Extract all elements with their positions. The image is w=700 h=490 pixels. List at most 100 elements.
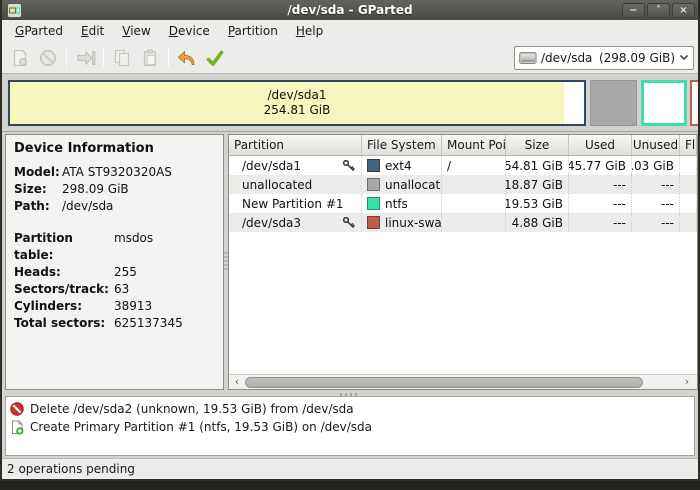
fs-color-swatch — [367, 178, 380, 191]
fs-color-swatch — [367, 197, 380, 210]
info-label: Size: — [14, 181, 62, 198]
key-icon — [342, 159, 356, 173]
info-value: 63 — [114, 281, 129, 298]
info-value: 38913 — [114, 298, 152, 315]
unused-value: 9.03 GiB — [632, 156, 680, 175]
info-label: Total sectors: — [14, 315, 114, 332]
create-operation-icon — [10, 420, 24, 435]
close-button[interactable]: × — [672, 3, 695, 18]
gparted-window: /dev/sda - GParted − ˄ × GParted Edit Vi… — [0, 0, 700, 481]
info-label: Sectors/track: — [14, 281, 114, 298]
key-icon — [342, 216, 356, 230]
info-value: 625137345 — [114, 315, 183, 332]
status-text: 2 operations pending — [7, 462, 135, 476]
partition-name: New Partition #1 — [234, 197, 356, 211]
disk-segment-new-partition[interactable] — [641, 80, 687, 126]
scroll-left-arrow[interactable]: ‹ — [229, 375, 245, 389]
maximize-button[interactable]: ˄ — [647, 3, 670, 18]
panel-splitter[interactable] — [224, 134, 228, 390]
delete-partition-button[interactable] — [34, 45, 62, 71]
chevron-down-icon — [679, 54, 689, 61]
fs-color-swatch — [367, 159, 380, 172]
segment-name: /dev/sda1 — [267, 88, 326, 103]
fs-color-swatch — [367, 216, 380, 229]
operation-text: Delete /dev/sda2 (unknown, 19.53 GiB) fr… — [30, 402, 354, 416]
toolbar: /dev/sda (298.09 GiB) — [2, 42, 698, 74]
menu-device[interactable]: Device — [160, 21, 219, 41]
delete-partition-icon — [38, 48, 58, 68]
new-partition-button[interactable] — [6, 45, 34, 71]
used-value: --- — [569, 194, 632, 213]
splitter-grip — [224, 252, 228, 272]
menu-edit[interactable]: Edit — [72, 21, 113, 41]
table-row-unallocated[interactable]: unallocated unallocated 18.87 GiB --- --… — [229, 175, 697, 194]
column-header-flags[interactable]: Flags — [680, 135, 697, 155]
info-label: Model: — [14, 164, 62, 181]
menu-help[interactable]: Help — [287, 21, 332, 41]
info-value: 255 — [114, 264, 137, 281]
mount-point — [442, 213, 506, 232]
column-header-unused[interactable]: Unused — [632, 135, 680, 155]
copy-button[interactable] — [108, 45, 136, 71]
partition-name: unallocated — [234, 178, 356, 192]
table-row-sda3[interactable]: /dev/sda3 linux-swap 4.88 GiB --- --- — [229, 213, 697, 232]
menu-gparted[interactable]: GParted — [6, 21, 72, 41]
hard-drive-icon — [519, 51, 537, 65]
title-bar: /dev/sda - GParted − ˄ × — [2, 0, 698, 20]
mount-point — [442, 194, 506, 213]
info-label: Path: — [14, 198, 62, 215]
size-value: 19.53 GiB — [506, 194, 569, 213]
column-header-partition[interactable]: Partition — [229, 135, 362, 155]
undo-icon — [176, 48, 198, 68]
disk-segment-sda3[interactable] — [690, 80, 698, 126]
undo-button[interactable] — [173, 45, 201, 71]
partition-name: /dev/sda1 — [234, 159, 340, 173]
operation-item-create[interactable]: Create Primary Partition #1 (ntfs, 19.53… — [10, 418, 690, 436]
info-label: Heads: — [14, 264, 114, 281]
scrollbar-thumb[interactable] — [245, 377, 643, 388]
unused-value: --- — [632, 194, 680, 213]
size-value: 4.88 GiB — [506, 213, 569, 232]
column-header-size[interactable]: Size — [506, 135, 569, 155]
minimize-button[interactable]: − — [622, 3, 645, 18]
table-row-new-partition[interactable]: New Partition #1 ntfs 19.53 GiB --- --- — [229, 194, 697, 213]
partition-name: /dev/sda3 — [234, 216, 340, 230]
used-value: --- — [569, 213, 632, 232]
resize-move-button[interactable] — [71, 45, 99, 71]
info-value: /dev/sda — [62, 198, 113, 215]
info-label: Partition table: — [14, 230, 114, 264]
column-header-mount-point[interactable]: Mount Point — [442, 135, 506, 155]
menu-bar: GParted Edit View Device Partition Help — [2, 20, 698, 42]
flags-value — [680, 156, 697, 175]
device-selector[interactable]: /dev/sda (298.09 GiB) — [514, 46, 694, 70]
horizontal-scrollbar[interactable]: ‹ › — [229, 374, 697, 389]
flags-value — [680, 194, 697, 213]
device-selector-capacity: (298.09 GiB) — [599, 51, 675, 65]
scroll-right-arrow[interactable]: › — [679, 375, 695, 389]
delete-operation-icon — [10, 402, 24, 416]
operation-item-delete[interactable]: Delete /dev/sda2 (unknown, 19.53 GiB) fr… — [10, 400, 690, 418]
used-value: --- — [569, 175, 632, 194]
disk-segment-unallocated[interactable] — [590, 80, 637, 126]
menu-partition[interactable]: Partition — [219, 21, 287, 41]
info-value: 298.09 GiB — [62, 181, 129, 198]
partition-list-panel: Partition File System Mount Point Size U… — [228, 134, 698, 390]
paste-button[interactable] — [136, 45, 164, 71]
used-value: 245.77 GiB — [569, 156, 632, 175]
table-row-sda1[interactable]: /dev/sda1 ext4 / 254.81 GiB 245.77 GiB 9… — [229, 156, 697, 175]
apply-button[interactable] — [201, 45, 229, 71]
column-header-used[interactable]: Used — [569, 135, 632, 155]
segment-size: 254.81 GiB — [264, 103, 331, 118]
fs-label: linux-swap — [385, 216, 442, 230]
toolbar-separator — [66, 48, 67, 68]
new-partition-icon — [10, 48, 30, 68]
paste-icon — [140, 48, 160, 68]
splitter-grip — [340, 393, 360, 396]
disk-segment-sda1[interactable]: /dev/sda1 254.81 GiB — [8, 80, 586, 126]
unused-value: --- — [632, 213, 680, 232]
disk-visual: /dev/sda1 254.81 GiB — [2, 74, 698, 132]
menu-view[interactable]: View — [113, 21, 159, 41]
column-header-file-system[interactable]: File System — [362, 135, 442, 155]
info-value: ATA ST9320320AS — [62, 164, 172, 181]
flags-value — [680, 175, 697, 194]
